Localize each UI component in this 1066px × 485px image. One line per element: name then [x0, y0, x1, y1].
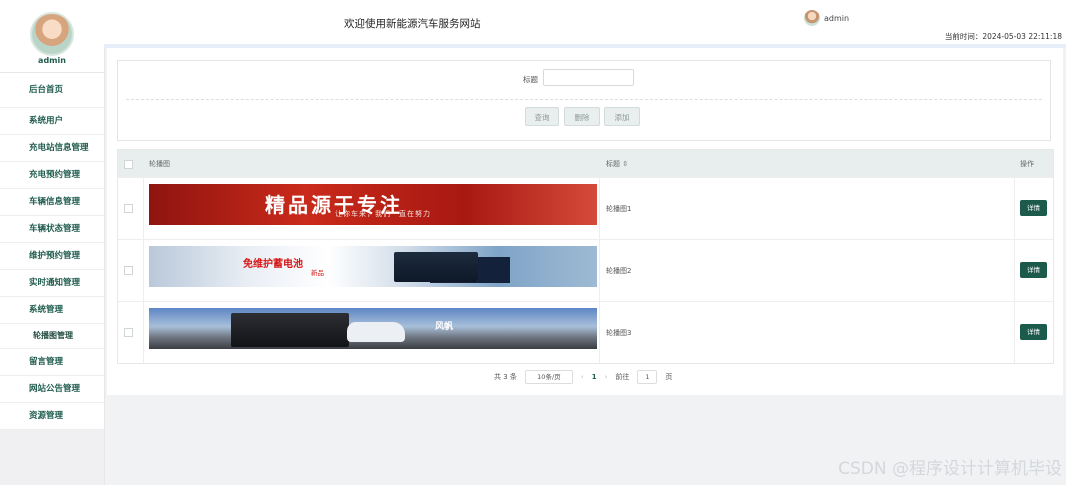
watermark: CSDN @程序设计计算机毕设 — [838, 459, 1062, 479]
carousel-image: 风帆 — [149, 308, 597, 349]
carousel-table: 轮播图 标题 ⇳ 操作 精品源于专注 让你车来，我们一直在努力 轮播图1 详情 … — [117, 149, 1054, 364]
goto-page-input[interactable]: 1 — [637, 370, 658, 384]
sidebar-item-vehicle-status[interactable]: 车辆状态管理 — [0, 216, 104, 243]
sidebar-item-messages[interactable]: 留言管理 — [0, 349, 104, 376]
row-title: 轮播图3 — [606, 329, 632, 337]
column-image-header: 轮播图 — [149, 160, 170, 168]
banner-subtext: 让你车来，我们一直在努力 — [335, 210, 431, 218]
banner-text: 免维护蓄电池 — [243, 259, 303, 270]
sidebar-item-charging-reservations[interactable]: 充电预约管理 — [0, 162, 104, 189]
sidebar-item-charging-stations[interactable]: 充电站信息管理 — [0, 135, 104, 162]
search-panel: 标题 查询 删除 添加 — [117, 60, 1051, 141]
select-all-checkbox[interactable] — [124, 160, 133, 169]
detail-button[interactable]: 详情 — [1020, 262, 1047, 278]
car-image — [347, 322, 405, 342]
row-checkbox[interactable] — [124, 328, 133, 337]
row-title: 轮播图1 — [606, 205, 632, 213]
avatar[interactable] — [30, 12, 74, 56]
table-row: 免维护蓄电池 新品 轮播图2 详情 — [118, 239, 1053, 301]
prev-page-button[interactable]: ‹ — [581, 373, 584, 381]
page-title: 欢迎使用新能源汽车服务网站 — [344, 18, 481, 30]
current-page[interactable]: 1 — [592, 373, 597, 381]
top-bar: 欢迎使用新能源汽车服务网站 admin 当前时间：2024-05-03 22:1… — [104, 0, 1066, 45]
carousel-image: 精品源于专注 让你车来，我们一直在努力 — [149, 184, 597, 225]
row-checkbox[interactable] — [124, 204, 133, 213]
goto-label: 前往 — [615, 373, 630, 381]
user-avatar[interactable] — [804, 10, 820, 26]
sidebar-item-maintenance-reservations[interactable]: 维护预约管理 — [0, 243, 104, 270]
detail-button[interactable]: 详情 — [1020, 324, 1047, 340]
sidebar-item-realtime-notices[interactable]: 实时通知管理 — [0, 270, 104, 297]
sidebar-item-vehicle-info[interactable]: 车辆信息管理 — [0, 189, 104, 216]
column-action-header: 操作 — [1020, 160, 1034, 168]
current-time: 当前时间：2024-05-03 22:11:18 — [944, 32, 1062, 41]
sidebar-username: admin — [38, 56, 66, 65]
query-button[interactable]: 查询 — [525, 107, 559, 126]
table-row: 精品源于专注 让你车来，我们一直在努力 轮播图1 详情 — [118, 177, 1053, 239]
next-page-button[interactable]: › — [605, 373, 608, 381]
sidebar-item-system[interactable]: 系统管理 — [0, 297, 104, 324]
sidebar-item-announcements[interactable]: 网站公告管理 — [0, 376, 104, 403]
table-header: 轮播图 标题 ⇳ 操作 — [118, 150, 1053, 177]
add-button[interactable]: 添加 — [604, 107, 640, 126]
battery-image — [394, 252, 478, 282]
top-username[interactable]: admin — [824, 14, 849, 23]
sidebar: admin 后台首页 系统用户 充电站信息管理 充电预约管理 车辆信息管理 车辆… — [0, 0, 105, 485]
delete-button[interactable]: 删除 — [564, 107, 600, 126]
detail-button[interactable]: 详情 — [1020, 200, 1047, 216]
table-row: 风帆 轮播图3 详情 — [118, 301, 1053, 363]
sidebar-profile: admin — [0, 0, 104, 73]
sidebar-menu: 后台首页 系统用户 充电站信息管理 充电预约管理 车辆信息管理 车辆状态管理 维… — [0, 73, 104, 430]
title-label: 标题 — [523, 75, 538, 84]
total-count: 共 3 条 — [494, 373, 517, 381]
pagination: 共 3 条 10条/页 ‹ 1 › 前往 1 页 — [494, 370, 672, 384]
row-title: 轮播图2 — [606, 267, 632, 275]
sidebar-item-home[interactable]: 后台首页 — [0, 73, 104, 108]
search-divider — [126, 99, 1042, 100]
sidebar-item-resources[interactable]: 资源管理 — [0, 403, 104, 430]
banner-subtext: 新品 — [311, 269, 324, 277]
battery-image — [231, 313, 349, 347]
page-unit: 页 — [665, 373, 673, 381]
title-search-input[interactable] — [543, 69, 634, 86]
sidebar-item-users[interactable]: 系统用户 — [0, 108, 104, 135]
column-title-header[interactable]: 标题 ⇳ — [606, 159, 628, 169]
sidebar-item-carousel[interactable]: 轮播图管理 — [0, 324, 104, 349]
main-content: 标题 查询 删除 添加 轮播图 标题 ⇳ 操作 精品源于专注 让你车来，我们一直… — [107, 48, 1063, 395]
banner-text: 风帆 — [435, 322, 454, 332]
carousel-image: 免维护蓄电池 新品 — [149, 246, 597, 287]
row-checkbox[interactable] — [124, 266, 133, 275]
page-size-select[interactable]: 10条/页 — [524, 370, 573, 384]
